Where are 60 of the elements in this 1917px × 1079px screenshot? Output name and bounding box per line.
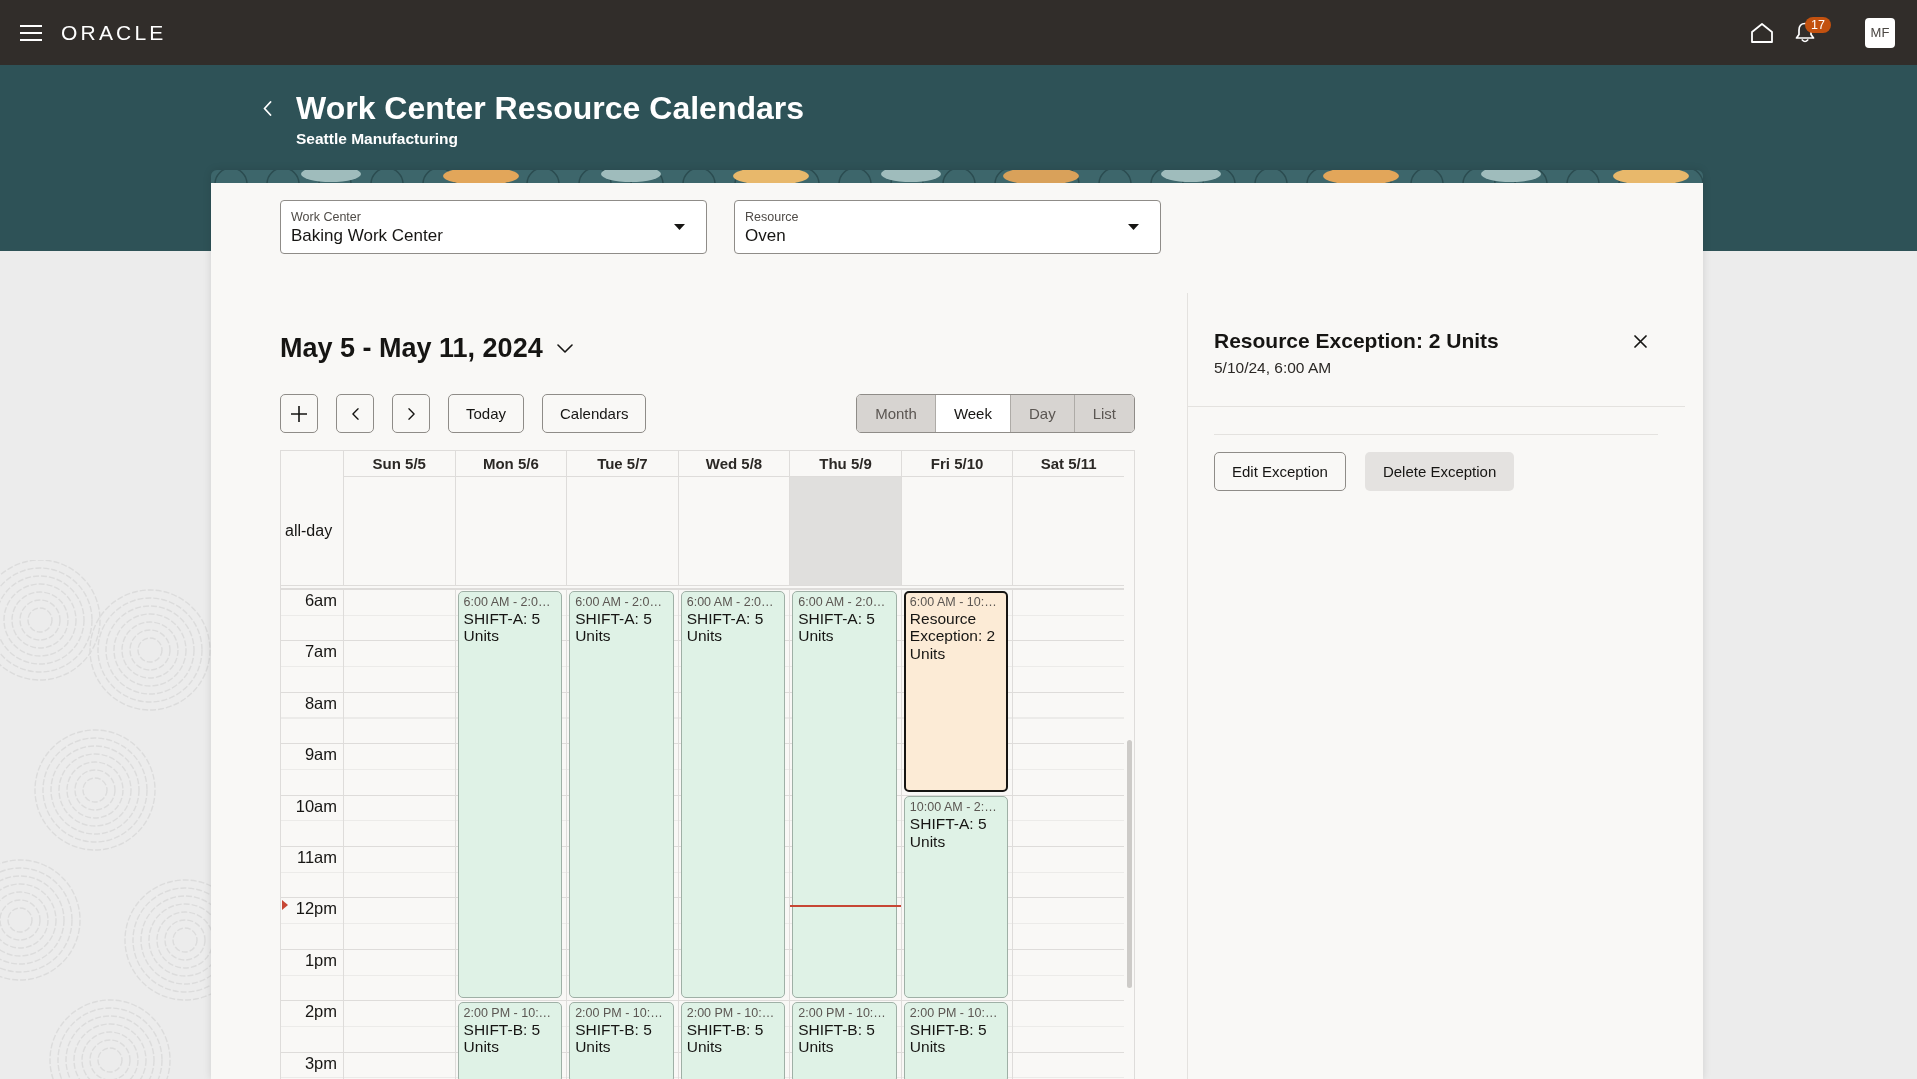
plus-icon	[291, 405, 307, 422]
delete-exception-button[interactable]: Delete Exception	[1364, 452, 1515, 491]
add-button[interactable]	[280, 394, 318, 433]
hour-label: 10am	[295, 796, 337, 815]
hour-label: 8am	[304, 693, 337, 712]
calendar-event[interactable]: 10:00 AM - 2:… SHIFT-A: 5 Units	[903, 796, 1009, 998]
calendar-event[interactable]: 2:00 PM - 10:… SHIFT-B: 5 Units	[457, 1001, 563, 1079]
notification-count: 17	[1805, 17, 1831, 33]
home-icon[interactable]	[1751, 22, 1773, 43]
caret-down-icon	[674, 224, 685, 230]
calendar-event[interactable]: 6:00 AM - 2:0… SHIFT-A: 5 Units	[680, 590, 786, 998]
chevron-left-icon	[351, 407, 359, 420]
day-header: Wed 5/8	[677, 451, 790, 477]
calendar-event[interactable]: 6:00 AM - 2:0… SHIFT-A: 5 Units	[792, 590, 897, 998]
hour-label: 9am	[304, 745, 337, 764]
next-button[interactable]	[392, 394, 430, 433]
dropdown-field[interactable]: Work Center Baking Work Center	[280, 200, 707, 254]
day-header: Sat 5/11	[1012, 451, 1124, 477]
calendar-event[interactable]: 6:00 AM - 2:0… SHIFT-A: 5 Units	[569, 590, 674, 998]
today-button[interactable]: Today	[448, 394, 525, 433]
menu-icon[interactable]	[20, 24, 42, 41]
hour-label: 3pm	[304, 1053, 337, 1072]
hour-label: 2pm	[304, 1002, 337, 1021]
hour-label: 7am	[304, 642, 337, 661]
hour-label: 1pm	[304, 950, 337, 969]
page-subtitle: Seattle Manufacturing	[296, 129, 459, 149]
calendar-event[interactable]: 2:00 PM - 10:… SHIFT-B: 5 Units	[569, 1001, 674, 1079]
day-header: Tue 5/7	[566, 451, 678, 477]
previous-button[interactable]	[336, 394, 374, 433]
chevron-down-icon	[556, 343, 573, 353]
calendar-event[interactable]: 2:00 PM - 10:… SHIFT-B: 5 Units	[903, 1001, 1009, 1079]
hour-label: 11am	[296, 847, 337, 866]
view-tab[interactable]: Day	[1009, 395, 1074, 432]
hour-label: 12pm	[295, 899, 337, 918]
hour-label: 6am	[304, 591, 337, 609]
view-tab[interactable]: List	[1073, 395, 1134, 432]
all-day-label: all-day	[285, 522, 333, 540]
page-title: Work Center Resource Calendars	[296, 89, 805, 127]
vertical-scrollbar[interactable]	[1127, 740, 1132, 988]
caret-down-icon	[1128, 224, 1139, 230]
day-header: Mon 5/6	[454, 451, 567, 477]
date-range-dropdown[interactable]: May 5 - May 11, 2024	[280, 333, 573, 363]
calendar-event[interactable]: 6:00 AM - 10:… Resource Exception: 2 Units	[903, 590, 1009, 793]
dropdown-field[interactable]: Resource Oven	[734, 200, 1161, 254]
view-tab[interactable]: Month	[857, 395, 935, 432]
view-tab[interactable]: Week	[934, 395, 1010, 432]
oracle-logo[interactable]: ORACLE	[61, 20, 167, 45]
detail-date: 5/10/24, 6:00 AM	[1214, 358, 1333, 378]
detail-title: Resource Exception: 2 Units	[1214, 328, 1499, 354]
chevron-right-icon	[407, 407, 415, 420]
close-icon[interactable]	[1634, 335, 1647, 348]
edit-exception-button[interactable]: Edit Exception	[1214, 452, 1346, 491]
user-avatar[interactable]: MF	[1865, 17, 1895, 48]
day-header: Sun 5/5	[343, 451, 455, 477]
calendar-event[interactable]: 6:00 AM - 2:0… SHIFT-A: 5 Units	[457, 590, 563, 998]
calendar-event[interactable]: 2:00 PM - 10:… SHIFT-B: 5 Units	[680, 1001, 786, 1079]
calendars-button[interactable]: Calendars	[542, 394, 647, 433]
calendar-event[interactable]: 2:00 PM - 10:… SHIFT-B: 5 Units	[792, 1001, 897, 1079]
day-header: Fri 5/10	[900, 451, 1013, 477]
back-chevron-icon[interactable]	[263, 101, 272, 116]
